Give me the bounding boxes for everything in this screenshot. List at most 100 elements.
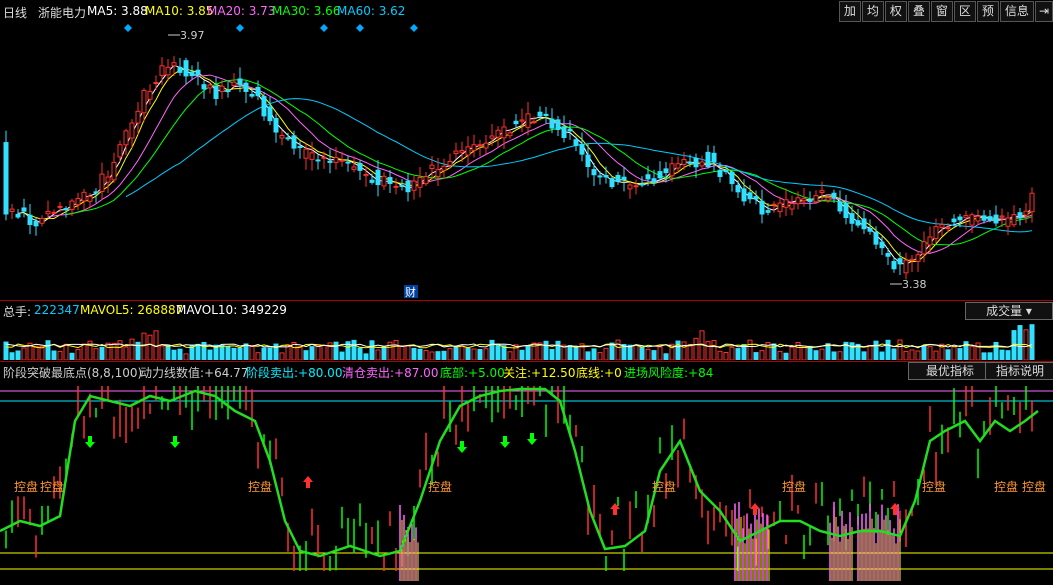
candle-body (1029, 192, 1035, 213)
moving-average-line (65, 79, 1033, 246)
volume-bar (321, 344, 327, 360)
candle-body (81, 191, 87, 202)
volume-bar (723, 352, 729, 360)
period-label[interactable]: 日线 (3, 4, 27, 21)
indicator-item-3: 底部:+5.00 (440, 366, 505, 380)
candle-body (1005, 217, 1011, 227)
toolbar-button-overlay[interactable]: 叠 (907, 1, 930, 22)
kongpan-label: 控盘 (652, 479, 676, 494)
candle-body (99, 173, 105, 193)
kongpan-label: 控盘 (1022, 479, 1046, 494)
candle-body (447, 161, 453, 166)
sell-arrow-icon (170, 436, 180, 448)
indicator-help-button[interactable]: 指标说明 (985, 362, 1053, 380)
volume-bar (333, 341, 339, 360)
buy-arrow-icon (303, 476, 313, 488)
volume-bar (897, 339, 903, 360)
toolbar-button-average[interactable]: 均 (861, 1, 884, 22)
best-indicator-button[interactable]: 最优指标 (908, 362, 992, 380)
candle-body (225, 89, 231, 92)
volume-bar (591, 348, 597, 360)
volume-bar (393, 339, 399, 360)
toolbar-button-add[interactable]: 加 (838, 1, 861, 22)
candle-body (783, 199, 789, 208)
volume-selector[interactable]: 成交量 ▾ (965, 302, 1053, 320)
volume-header: 总手: 222347 MAVOL5: 268887 MAVOL10: 34922… (0, 301, 1053, 320)
volume-bar (339, 351, 345, 360)
ma20-label: MA20: 3.73 (207, 4, 276, 18)
candle-body (831, 192, 837, 199)
back-arrow-icon[interactable]: ⇥ (1034, 1, 1053, 22)
volume-bar (141, 332, 147, 360)
candle-body (699, 161, 705, 167)
moving-average-line (125, 98, 1033, 233)
candle-body (939, 224, 945, 228)
volume-bar (573, 346, 579, 360)
candle-body (549, 118, 555, 129)
volume-bar (945, 349, 951, 360)
volume-bar (873, 340, 879, 360)
candle-body (213, 85, 219, 99)
event-marker-icon[interactable] (356, 24, 364, 32)
volume-bar (237, 347, 243, 360)
volume-bar (909, 349, 915, 360)
candle-body (249, 93, 255, 97)
event-markers[interactable] (124, 24, 418, 32)
event-marker-icon[interactable] (124, 24, 132, 32)
candle-body (153, 82, 159, 85)
indicator-chart[interactable]: 控盘 控盘 控盘 控盘 控盘 控盘 控盘 控盘 控盘 (0, 381, 1053, 585)
event-marker-icon[interactable] (236, 24, 244, 32)
volume-bar (423, 350, 429, 360)
volume-bar (981, 352, 987, 360)
candle-body (417, 177, 423, 188)
candle-body (753, 196, 759, 200)
candle-body (69, 200, 75, 211)
candle-body (231, 81, 237, 87)
volume-bar (93, 348, 99, 360)
candle-body (327, 160, 333, 163)
volume-bar (837, 351, 843, 360)
toolbar-button-range[interactable]: 区 (953, 1, 976, 22)
volume-bar (639, 346, 645, 360)
volume-bar (615, 339, 621, 360)
volume-chart[interactable] (0, 320, 1053, 360)
candle-body (381, 175, 387, 187)
candle-body (855, 220, 861, 226)
high-price-label: 3.97 (180, 29, 205, 42)
ma5-label: MA5: 3.88 (87, 4, 148, 18)
volume-bar (753, 352, 759, 360)
candle-body (363, 173, 369, 177)
volume-bar (645, 348, 651, 360)
candle-body (567, 128, 573, 132)
candle-body (813, 195, 819, 203)
candle-body (51, 211, 57, 214)
toolbar-button-rights[interactable]: 权 (884, 1, 907, 22)
volume-bar (825, 343, 831, 360)
event-marker-icon[interactable] (320, 24, 328, 32)
candle-body (87, 195, 93, 202)
volume-bar (111, 342, 117, 360)
toolbar-button-forecast[interactable]: 预 (976, 1, 999, 22)
event-marker-icon[interactable] (410, 24, 418, 32)
toolbar-button-info[interactable]: 信息 (999, 1, 1034, 22)
volume-bar (429, 351, 435, 360)
toolbar-button-window[interactable]: 窗 (930, 1, 953, 22)
candle-body (147, 90, 153, 100)
candle-body (861, 218, 867, 230)
volume-bar (831, 351, 837, 360)
candle-body (471, 144, 477, 151)
indicator-item-2: 清仓卖出:+87.00 (342, 366, 439, 380)
candlestick-chart[interactable]: 3.97 3.38 财 (0, 22, 1053, 300)
chevron-down-icon: ▾ (1025, 304, 1032, 318)
candle-body (927, 236, 933, 246)
volume-bar (849, 342, 855, 360)
candle-body (771, 203, 777, 206)
volume-bar (969, 346, 975, 360)
candle-body (237, 78, 243, 85)
candle-body (621, 176, 627, 181)
candle-body (525, 113, 531, 128)
candle-body (345, 161, 351, 164)
candle-body (705, 151, 711, 168)
candle-body (141, 89, 147, 114)
candle-body (165, 66, 171, 76)
